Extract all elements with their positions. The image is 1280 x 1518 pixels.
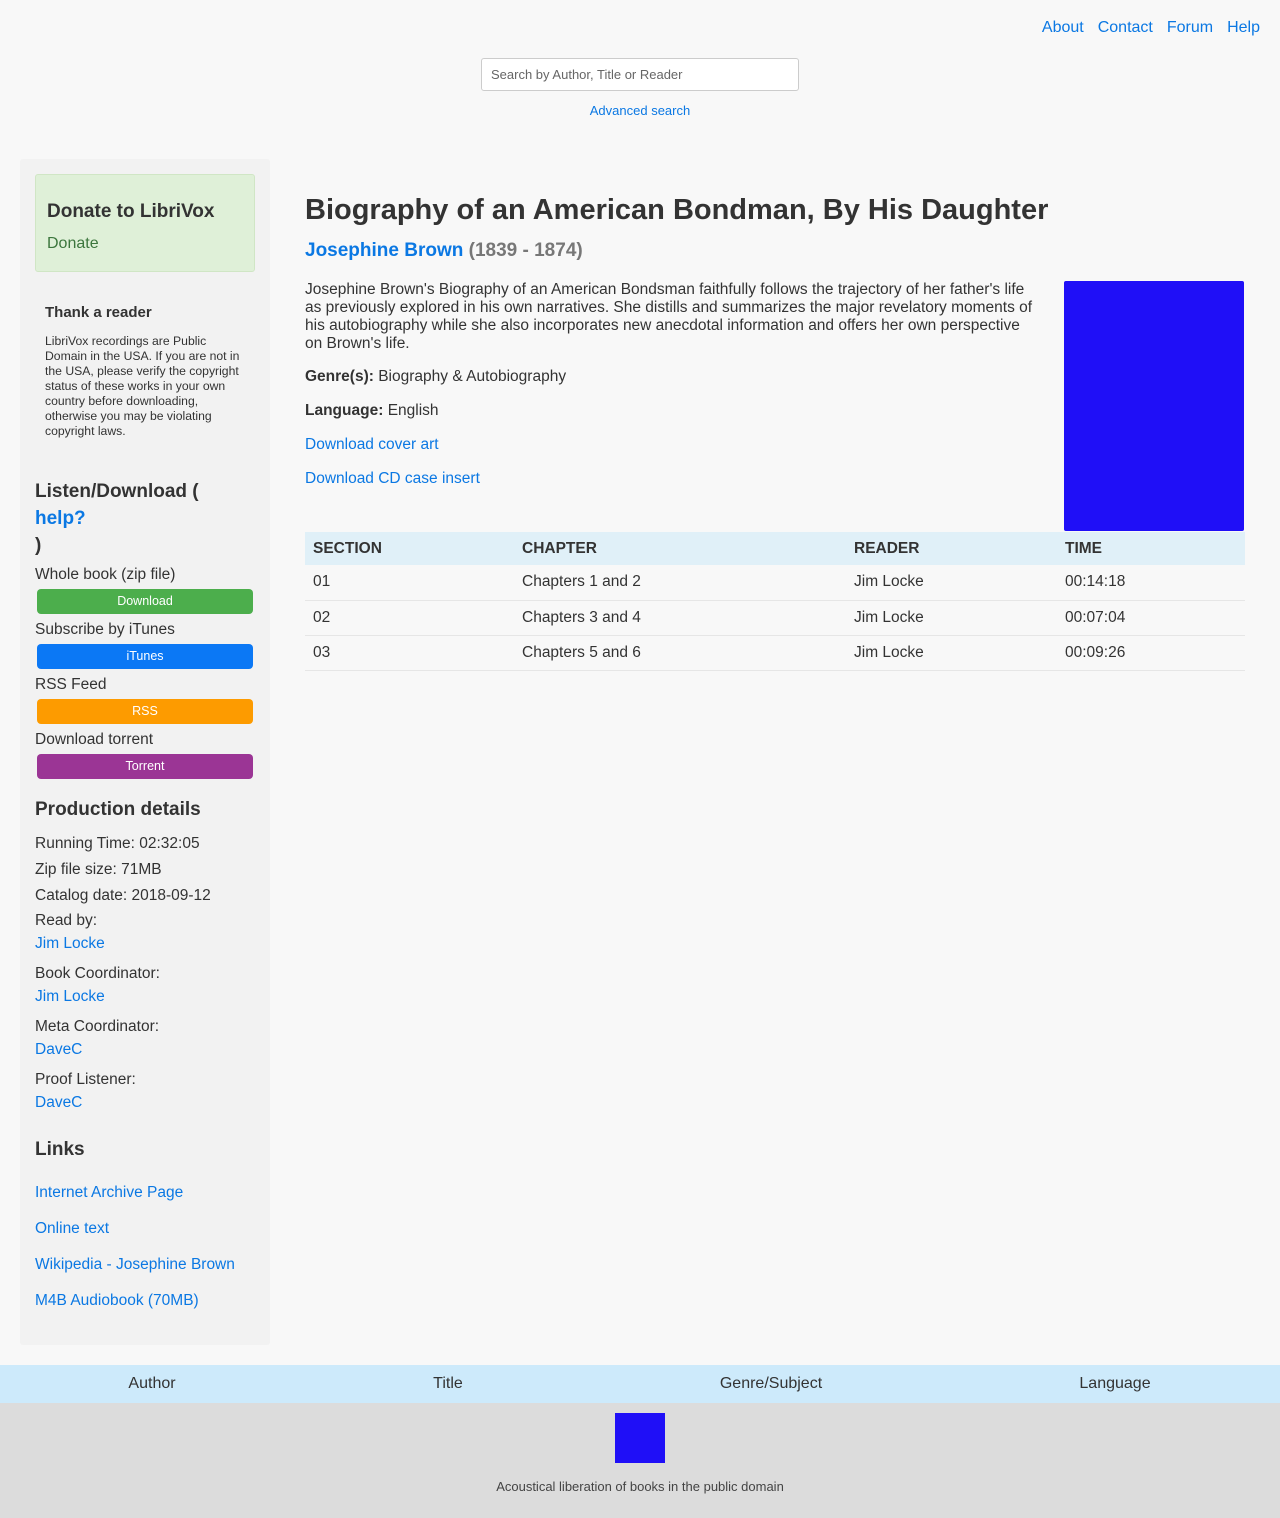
meta-coordinator-link[interactable]: DaveC (35, 1038, 260, 1062)
genre-value: Biography & Autobiography (378, 368, 567, 385)
author-dates: (1839 - 1874) (468, 240, 583, 261)
language-value: English (387, 402, 439, 419)
librivox-logo[interactable] (615, 1413, 665, 1463)
production-title: Production details (35, 799, 201, 820)
rss-group: RSS Feed RSS (35, 675, 260, 724)
thank-reader-box: Thank a reader LibriVox recordings are P… (45, 304, 250, 439)
nav-forum-link[interactable]: Forum (1167, 19, 1213, 37)
itunes-group: Subscribe by iTunes iTunes (35, 620, 260, 669)
nav-contact-link[interactable]: Contact (1098, 19, 1153, 37)
column-header-chapter: CHAPTER (514, 532, 846, 565)
cover-image (1064, 281, 1244, 531)
thank-reader-title: Thank a reader (45, 304, 152, 321)
section-number: 03 (305, 635, 514, 671)
proof-listener-link[interactable]: DaveC (35, 1091, 260, 1115)
search-input[interactable] (481, 58, 799, 91)
book-description: Josephine Brown's Biography of an Americ… (305, 281, 1033, 352)
book-coordinator-label: Book Coordinator: (35, 965, 160, 982)
browse-title-link[interactable]: Title (433, 1375, 463, 1392)
book-coordinator-link[interactable]: Jim Locke (35, 985, 260, 1009)
table-row: 03 Chapters 5 and 6 Jim Locke 00:09:26 (305, 635, 1245, 671)
torrent-label: Download torrent (35, 731, 154, 748)
main-content: Biography of an American Bondman, By His… (305, 192, 1245, 671)
read-by-label: Read by: (35, 912, 98, 929)
table-row: 02 Chapters 3 and 4 Jim Locke 00:07:04 (305, 600, 1245, 636)
listen-download-title: Listen/Download ( help?) (35, 478, 260, 559)
links-title: Links (35, 1139, 85, 1160)
chapter-link[interactable]: Chapters 5 and 6 (522, 644, 641, 661)
online-text-link[interactable]: Online text (35, 1219, 260, 1239)
section-number: 02 (305, 600, 514, 636)
advanced-search-row: Advanced search (0, 103, 1280, 118)
zip-size: Zip file size: 71MB (35, 861, 162, 878)
read-by-link[interactable]: Jim Locke (35, 932, 260, 956)
section-time: 00:14:18 (1057, 565, 1245, 601)
download-zip-label: Whole book (zip file) (35, 566, 176, 583)
genre-row: Genre(s): Biography & Autobiography (305, 368, 566, 386)
advanced-search-link[interactable]: Advanced search (590, 103, 690, 118)
author-link[interactable]: Josephine Brown (305, 240, 463, 261)
genre-label: Genre(s): (305, 368, 374, 385)
help-link[interactable]: help? (35, 508, 86, 529)
listen-title-post: ) (35, 535, 42, 556)
column-header-reader: READER (846, 532, 1057, 565)
production-details: Production details Running Time: 02:32:0… (35, 799, 260, 1115)
column-header-time: TIME (1057, 532, 1245, 565)
reader-link[interactable]: Jim Locke (854, 644, 924, 661)
column-header-section: SECTION (305, 532, 514, 565)
m4b-audiobook-link[interactable]: M4B Audiobook (70MB) (35, 1291, 260, 1311)
table-header-row: SECTION CHAPTER READER TIME (305, 532, 1245, 565)
meta-coordinator-label: Meta Coordinator: (35, 1018, 160, 1035)
browse-bar: Author Title Genre/Subject Language (0, 1365, 1280, 1403)
catalog-date: Catalog date: 2018-09-12 (35, 887, 211, 904)
sidebar: Donate to LibriVox Donate Thank a reader… (20, 159, 270, 1345)
download-cover-art-link[interactable]: Download cover art (305, 436, 439, 454)
running-time: Running Time: 02:32:05 (35, 835, 200, 852)
listen-title-pre: Listen/Download ( (35, 481, 199, 502)
nav-about-link[interactable]: About (1042, 19, 1084, 37)
copyright-notice: LibriVox recordings are Public Domain in… (45, 334, 240, 438)
chapter-link[interactable]: Chapters 3 and 4 (522, 609, 641, 626)
browse-language-link[interactable]: Language (1079, 1375, 1150, 1392)
footer: Acoustical liberation of books in the pu… (0, 1403, 1280, 1518)
search-form (481, 58, 799, 91)
donate-title: Donate to LibriVox (47, 201, 215, 222)
wikipedia-link[interactable]: Wikipedia - Josephine Brown (35, 1255, 260, 1275)
itunes-button[interactable]: iTunes (37, 644, 253, 669)
proof-listener-label: Proof Listener: (35, 1071, 136, 1088)
reader-link[interactable]: Jim Locke (854, 609, 924, 626)
language-label: Language: (305, 402, 384, 419)
donate-box: Donate to LibriVox Donate (35, 174, 255, 272)
author-line: Josephine Brown (1839 - 1874) (305, 240, 1245, 262)
donate-link[interactable]: Donate (47, 235, 254, 253)
download-zip-group: Whole book (zip file) Download (35, 565, 260, 614)
chapter-link[interactable]: Chapters 1 and 2 (522, 573, 641, 590)
internet-archive-link[interactable]: Internet Archive Page (35, 1183, 260, 1203)
section-time: 00:07:04 (1057, 600, 1245, 636)
rss-button[interactable]: RSS (37, 699, 253, 724)
nav-help-link[interactable]: Help (1227, 19, 1260, 37)
browse-genre-link[interactable]: Genre/Subject (720, 1375, 822, 1392)
reader-link[interactable]: Jim Locke (854, 573, 924, 590)
links-section: Links Internet Archive Page Online text … (35, 1139, 260, 1311)
listen-download-section: Listen/Download ( help?) Whole book (zip … (35, 478, 260, 779)
torrent-button[interactable]: Torrent (37, 754, 253, 779)
browse-author-link[interactable]: Author (128, 1375, 175, 1392)
language-row: Language: English (305, 402, 439, 420)
torrent-group: Download torrent Torrent (35, 730, 260, 779)
download-zip-button[interactable]: Download (37, 589, 253, 614)
rss-label: RSS Feed (35, 676, 107, 693)
section-number: 01 (305, 565, 514, 601)
book-title: Biography of an American Bondman, By His… (305, 194, 1049, 226)
footer-tagline: Acoustical liberation of books in the pu… (496, 1479, 784, 1494)
table-row: 01 Chapters 1 and 2 Jim Locke 00:14:18 (305, 565, 1245, 601)
itunes-label: Subscribe by iTunes (35, 621, 175, 638)
top-nav: About Contact Forum Help (1042, 19, 1260, 37)
download-cd-insert-link[interactable]: Download CD case insert (305, 470, 480, 488)
section-time: 00:09:26 (1057, 635, 1245, 671)
sections-table: SECTION CHAPTER READER TIME 01 Chapters … (305, 532, 1245, 671)
